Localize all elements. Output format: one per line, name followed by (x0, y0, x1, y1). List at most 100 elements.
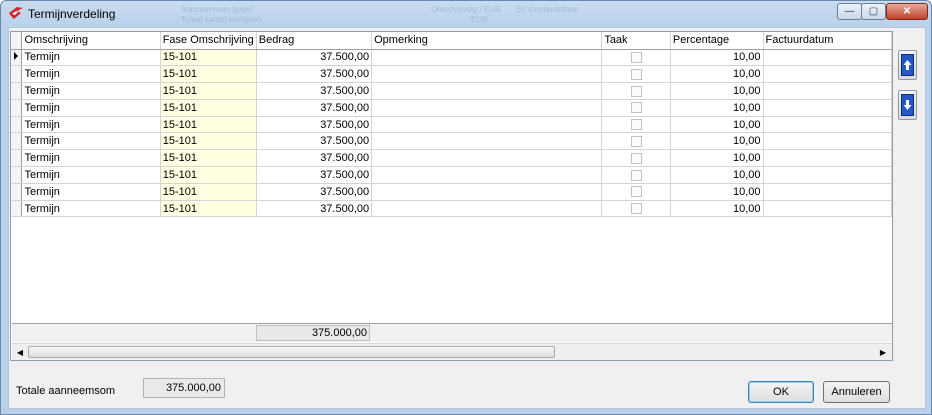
row-selector[interactable] (11, 65, 23, 84)
cell-bedrag[interactable]: 37.500,00 (256, 49, 373, 67)
cell-fase[interactable]: 15-101 (160, 49, 257, 67)
cell-omschrijving[interactable]: Termijn (21, 116, 161, 134)
taak-checkbox[interactable] (630, 135, 642, 147)
cell-percentage[interactable]: 10,00 (670, 116, 764, 134)
cell-omschrijving[interactable]: Termijn (21, 166, 161, 184)
table-row[interactable]: Termijn 15-101 37.500,00 10,00 (11, 166, 892, 184)
cell-opmerking[interactable] (371, 99, 603, 117)
taak-checkbox[interactable] (630, 51, 642, 63)
cell-factuurdatum[interactable] (763, 149, 892, 168)
cell-bedrag[interactable]: 37.500,00 (256, 183, 373, 201)
cell-bedrag[interactable]: 37.500,00 (256, 166, 373, 184)
row-selector[interactable] (11, 183, 23, 201)
table-row[interactable]: Termijn 15-101 37.500,00 10,00 (11, 116, 892, 134)
scroll-left-icon[interactable]: ◀ (12, 344, 28, 360)
cell-omschrijving[interactable]: Termijn (21, 200, 161, 218)
cell-factuurdatum[interactable] (763, 200, 892, 218)
cell-percentage[interactable]: 10,00 (670, 49, 764, 67)
taak-checkbox[interactable] (630, 152, 642, 164)
cell-fase[interactable]: 15-101 (160, 149, 257, 168)
column-header-opmerking[interactable]: Opmerking (371, 32, 603, 50)
column-header-factuurdatum[interactable]: Factuurdatum (763, 32, 892, 50)
ok-button[interactable]: OK (748, 381, 814, 403)
cell-opmerking[interactable] (371, 183, 603, 201)
move-down-button[interactable] (898, 90, 917, 120)
taak-checkbox[interactable] (630, 169, 642, 181)
cell-omschrijving[interactable]: Termijn (21, 82, 161, 100)
cell-percentage[interactable]: 10,00 (670, 99, 764, 117)
cell-fase[interactable]: 15-101 (160, 166, 257, 184)
table-row[interactable]: Termijn 15-101 37.500,00 10,00 (11, 82, 892, 100)
taak-checkbox[interactable] (630, 186, 642, 198)
cell-factuurdatum[interactable] (763, 132, 892, 151)
cell-omschrijving[interactable]: Termijn (21, 149, 161, 168)
column-header-fase[interactable]: Fase Omschrijving (160, 32, 257, 50)
table-row[interactable]: Termijn 15-101 37.500,00 10,00 (11, 49, 892, 67)
cell-bedrag[interactable]: 37.500,00 (256, 116, 373, 134)
cell-percentage[interactable]: 10,00 (670, 82, 764, 100)
cell-factuurdatum[interactable] (763, 65, 892, 84)
cell-opmerking[interactable] (371, 200, 603, 218)
cell-bedrag[interactable]: 37.500,00 (256, 132, 373, 151)
cell-factuurdatum[interactable] (763, 183, 892, 201)
taak-checkbox[interactable] (630, 119, 642, 131)
cell-percentage[interactable]: 10,00 (670, 65, 764, 84)
termijn-grid[interactable]: Omschrijving Fase Omschrijving Bedrag Op… (10, 31, 893, 361)
cell-opmerking[interactable] (371, 149, 603, 168)
cell-factuurdatum[interactable] (763, 116, 892, 134)
cell-omschrijving[interactable]: Termijn (21, 132, 161, 151)
minimize-button[interactable]: — (837, 3, 862, 20)
scroll-right-icon[interactable]: ▶ (875, 344, 891, 360)
cell-omschrijving[interactable]: Termijn (21, 183, 161, 201)
row-selector[interactable] (11, 132, 23, 151)
cell-percentage[interactable]: 10,00 (670, 183, 764, 201)
table-row[interactable]: Termijn 15-101 37.500,00 10,00 (11, 149, 892, 168)
cell-opmerking[interactable] (371, 82, 603, 100)
cell-bedrag[interactable]: 37.500,00 (256, 200, 373, 218)
table-row[interactable]: Termijn 15-101 37.500,00 10,00 (11, 200, 892, 218)
cell-fase[interactable]: 15-101 (160, 132, 257, 151)
cell-percentage[interactable]: 10,00 (670, 149, 764, 168)
column-header-taak[interactable]: Taak (601, 32, 671, 50)
close-button[interactable]: ✕ (886, 3, 928, 20)
table-row[interactable]: Termijn 15-101 37.500,00 10,00 (11, 99, 892, 117)
cell-omschrijving[interactable]: Termijn (21, 99, 161, 117)
column-header-percentage[interactable]: Percentage (670, 32, 764, 50)
maximize-button[interactable]: ▢ (861, 3, 886, 20)
cell-opmerking[interactable] (371, 166, 603, 184)
cell-factuurdatum[interactable] (763, 166, 892, 184)
cell-bedrag[interactable]: 37.500,00 (256, 149, 373, 168)
cell-opmerking[interactable] (371, 49, 603, 67)
table-row[interactable]: Termijn 15-101 37.500,00 10,00 (11, 65, 892, 84)
cell-percentage[interactable]: 10,00 (670, 132, 764, 151)
taak-checkbox[interactable] (630, 68, 642, 80)
cell-fase[interactable]: 15-101 (160, 99, 257, 117)
horizontal-scrollbar[interactable]: ◀ ▶ (12, 343, 892, 360)
cell-opmerking[interactable] (371, 132, 603, 151)
row-selector[interactable] (11, 200, 23, 218)
row-selector[interactable] (11, 149, 23, 168)
move-up-button[interactable] (898, 50, 917, 80)
taak-checkbox[interactable] (630, 203, 642, 215)
cell-bedrag[interactable]: 37.500,00 (256, 82, 373, 100)
cell-percentage[interactable]: 10,00 (670, 200, 764, 218)
row-selector[interactable] (11, 116, 23, 134)
cell-factuurdatum[interactable] (763, 82, 892, 100)
cancel-button[interactable]: Annuleren (823, 381, 890, 403)
cell-fase[interactable]: 15-101 (160, 82, 257, 100)
cell-omschrijving[interactable]: Termijn (21, 65, 161, 84)
cell-fase[interactable]: 15-101 (160, 116, 257, 134)
column-header-omschrijving[interactable]: Omschrijving (21, 32, 161, 50)
taak-checkbox[interactable] (630, 85, 642, 97)
row-selector[interactable] (11, 82, 23, 100)
cell-bedrag[interactable]: 37.500,00 (256, 65, 373, 84)
cell-opmerking[interactable] (371, 116, 603, 134)
table-row[interactable]: Termijn 15-101 37.500,00 10,00 (11, 183, 892, 201)
column-header-bedrag[interactable]: Bedrag (256, 32, 373, 50)
cell-fase[interactable]: 15-101 (160, 65, 257, 84)
cell-factuurdatum[interactable] (763, 49, 892, 67)
row-selector[interactable] (11, 99, 23, 117)
cell-opmerking[interactable] (371, 65, 603, 84)
cell-fase[interactable]: 15-101 (160, 200, 257, 218)
row-selector[interactable] (11, 49, 23, 67)
